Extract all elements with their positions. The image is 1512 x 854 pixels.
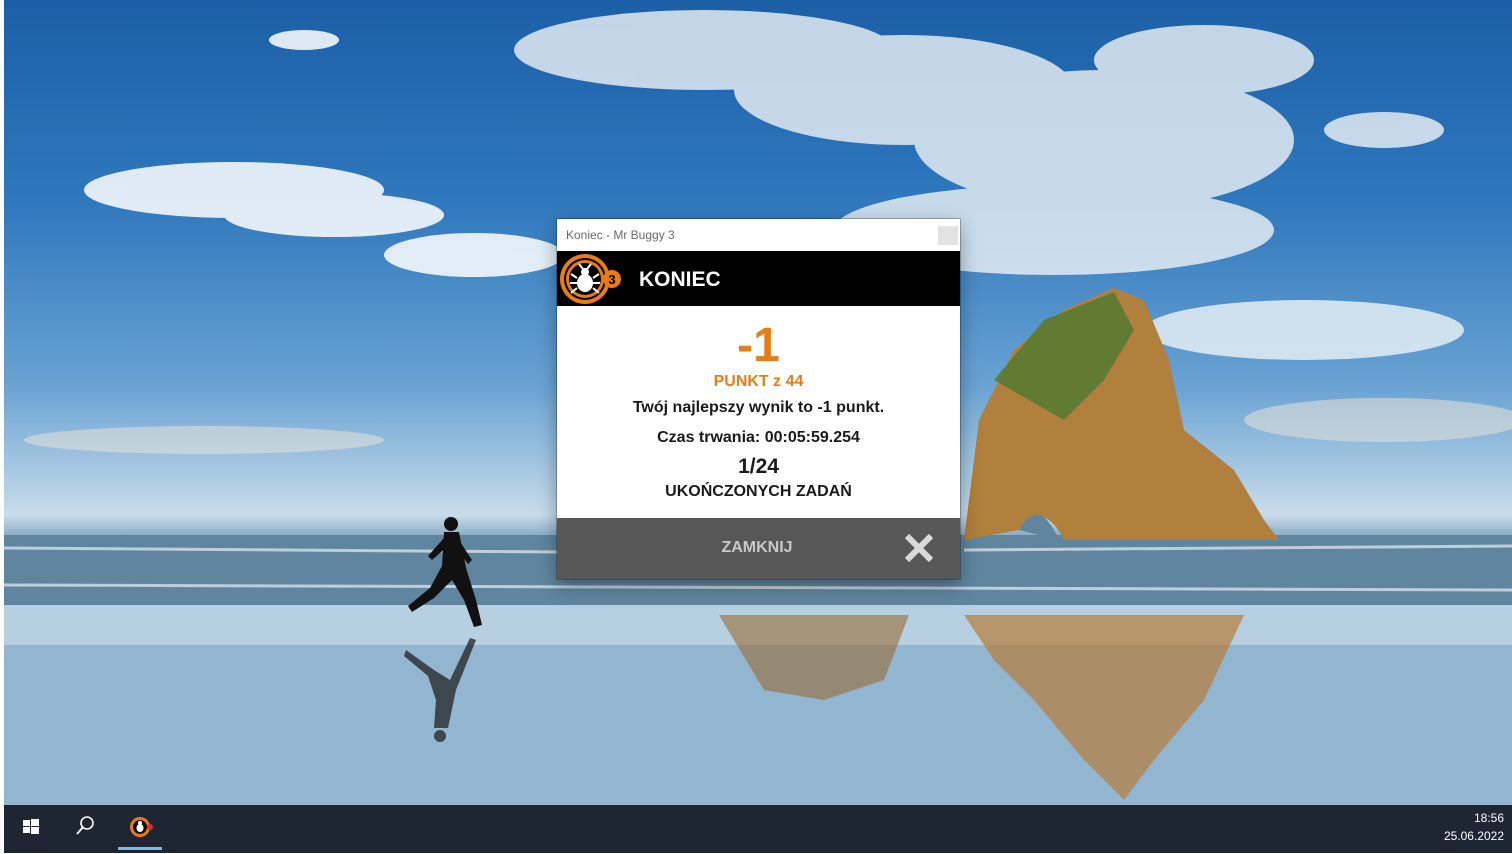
window-title: Koniec - Mr Buggy 3: [566, 228, 675, 242]
duration-text: Czas trwania: 00:05:59.254: [657, 429, 860, 446]
dialog-footer: ZAMKNIJ: [557, 518, 960, 579]
dialog-heading: KONIEC: [639, 268, 721, 291]
tasks-completed-value: 1/24: [738, 455, 779, 478]
close-x-icon[interactable]: [903, 532, 935, 564]
close-dialog-button[interactable]: ZAMKNIJ: [557, 518, 960, 579]
search-icon: [76, 816, 94, 835]
window-titlebar[interactable]: Koniec - Mr Buggy 3: [557, 219, 960, 251]
dialog-header: 3 KONIEC: [557, 251, 960, 306]
active-app-indicator: [118, 847, 162, 850]
close-button-label: ZAMKNIJ: [721, 539, 793, 556]
best-score-text: Twój najlepszy wynik to -1 punkt.: [632, 399, 885, 416]
mr-buggy-app-icon: [130, 817, 153, 837]
system-clock[interactable]: 18:56 25.06.2022: [1444, 809, 1504, 845]
taskbar-app-mr-buggy[interactable]: [116, 805, 164, 849]
tasks-completed-label: UKOŃCZONYCH ZADAŃ: [665, 483, 852, 500]
score-value: -1: [737, 319, 780, 372]
score-unit: PUNKT z 44: [713, 373, 804, 390]
taskbar: 18:56 25.06.2022: [4, 805, 1512, 853]
titlebar-close-button[interactable]: [938, 226, 958, 245]
bug-logo-icon: 3: [560, 254, 621, 304]
logo-badge: 3: [608, 272, 615, 287]
clock-date: 25.06.2022: [1443, 829, 1504, 843]
result-panel: -1 PUNKT z 44 Twój najlepszy wynik to -1…: [557, 306, 960, 518]
windows-start-icon: [23, 819, 39, 834]
start-button[interactable]: [6, 805, 54, 849]
end-game-dialog: Koniec - Mr Buggy 3 3 KONIEC -1 PUNKT z …: [557, 219, 960, 579]
search-button[interactable]: [60, 805, 108, 849]
clock-time: 18:56: [1473, 811, 1504, 825]
